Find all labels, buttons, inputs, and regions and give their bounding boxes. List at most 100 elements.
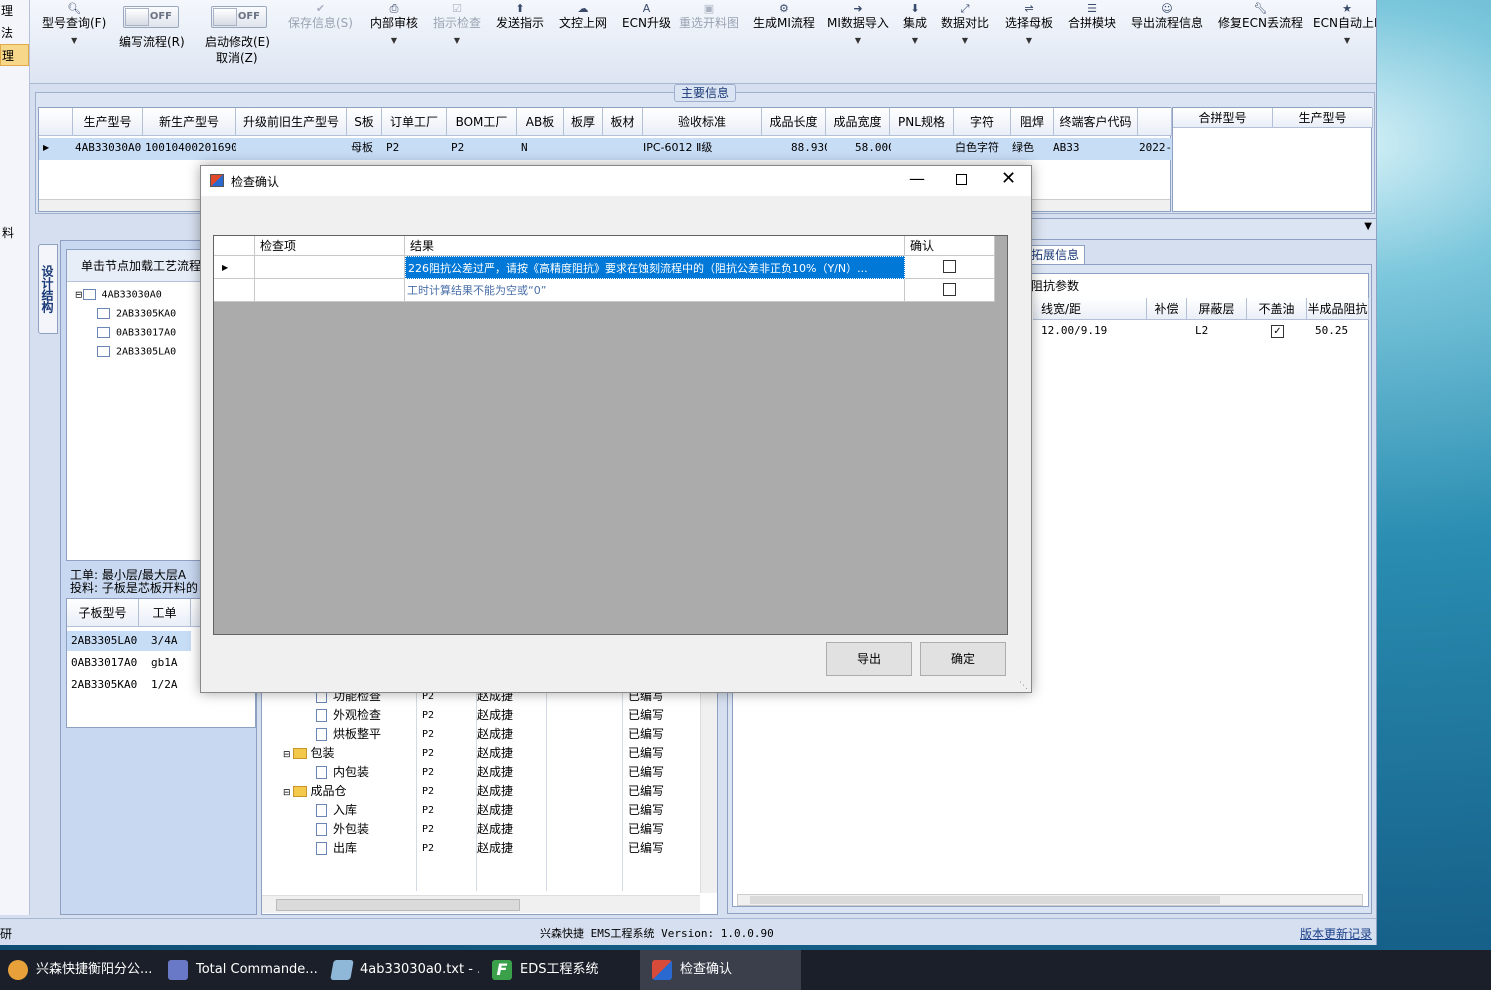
col-header[interactable]: 线宽/距 — [1033, 298, 1147, 320]
col-header[interactable]: BOM工厂 — [447, 108, 517, 136]
cell[interactable]: 绿色 — [1008, 138, 1053, 158]
cell[interactable]: IPC-6012 Ⅱ级 — [639, 138, 762, 158]
scroll-thumb[interactable] — [276, 899, 520, 911]
process-status[interactable]: 已编写 — [628, 782, 664, 801]
dialog-titlebar[interactable]: 检查确认 — ✕ — [201, 166, 1031, 196]
chevron-down-icon[interactable]: ▼ — [1364, 221, 1372, 232]
left-nav-item-selected[interactable]: 理 — [0, 44, 29, 66]
process-name-cell[interactable]: ⊟ 成品仓 — [283, 782, 347, 803]
cell[interactable]: N — [517, 138, 564, 158]
table-row[interactable]: ▶ 4AB33030A0 10010400201690 母板 P2 P2 N I… — [39, 138, 1172, 160]
cell[interactable]: 58.000 — [851, 138, 891, 158]
tree-node[interactable]: 2AB3305KA0 — [97, 308, 176, 320]
process-person[interactable]: 赵成捷 — [477, 744, 513, 763]
cell[interactable]: 2AB3305LA0 — [67, 631, 139, 651]
col-header[interactable]: 终端客户代码 — [1054, 108, 1138, 136]
tree-node[interactable]: 0AB33017A0 — [97, 327, 176, 339]
cell[interactable]: 3/4A — [139, 631, 191, 651]
cell[interactable]: 1/2A — [139, 675, 191, 695]
col-header[interactable]: 字符 — [954, 108, 1011, 136]
process-row[interactable]: 内包装 P2 赵成捷 已编写 — [261, 763, 701, 782]
taskbar-item-active[interactable]: 检查确认 — [640, 950, 801, 990]
export-button[interactable]: 导出 — [826, 642, 912, 676]
process-person[interactable]: 赵成捷 — [477, 801, 513, 820]
col-header-result[interactable]: 结果 — [405, 236, 905, 256]
cell[interactable]: 88.930 — [787, 138, 827, 158]
left-nav-item[interactable]: 法 — [0, 22, 29, 44]
cell-confirm[interactable] — [905, 256, 995, 279]
cell[interactable]: 50.25 — [1311, 321, 1369, 341]
col-header[interactable]: 成品长度 — [762, 108, 826, 136]
cell-item[interactable] — [255, 256, 405, 279]
save-info-button[interactable]: ✔ 保存信息(S) — [288, 2, 353, 30]
process-factory[interactable]: P2 — [422, 744, 434, 763]
gen-mi-flow-button[interactable]: ⚙ 生成MI流程 — [753, 2, 815, 30]
left-nav-item[interactable]: 料 — [1, 222, 14, 244]
taskbar-item[interactable]: 4ab33030a0.txt - ... — [324, 950, 479, 990]
process-factory[interactable]: P2 — [422, 801, 434, 820]
integrate-button[interactable]: ⬇ 集成 ▼ — [903, 2, 927, 48]
data-compare-button[interactable]: ⤢ 数据对比 ▼ — [941, 2, 989, 48]
internal-review-button[interactable]: ⎙ 内部审核 ▼ — [370, 2, 418, 48]
process-name-cell[interactable]: 外包装 — [316, 820, 369, 839]
process-row[interactable]: 烘板整平 P2 赵成捷 已编写 — [261, 725, 701, 744]
cell[interactable]: L2 — [1191, 321, 1247, 341]
col-header[interactable]: 屏蔽层 — [1187, 298, 1247, 320]
cell[interactable]: 12.00/9.19 — [1037, 321, 1147, 341]
export-flow-info-button[interactable]: ☺ 导出流程信息 — [1131, 2, 1203, 30]
process-row[interactable]: 出库 P2 赵成捷 已编写 — [261, 839, 701, 858]
taskbar-item[interactable]: 兴森快捷衡阳分公... — [0, 950, 152, 990]
process-factory[interactable]: P2 — [422, 782, 434, 801]
process-status[interactable]: 已编写 — [628, 839, 664, 858]
cell[interactable]: 2AB3305KA0 — [67, 675, 139, 695]
col-header[interactable]: 不盖油 — [1247, 298, 1307, 320]
col-header-item[interactable]: 检查项 — [255, 236, 405, 256]
repair-ecn-button[interactable]: 🔧︎ 修复ECN丢流程 — [1218, 2, 1303, 30]
horizontal-scrollbar[interactable] — [262, 895, 700, 913]
col-header[interactable]: 升级前旧生产型号 — [236, 108, 347, 136]
write-flow-toggle[interactable]: OFF — [123, 6, 179, 28]
cell-confirm[interactable] — [905, 279, 995, 302]
process-person[interactable]: 赵成捷 — [477, 782, 513, 801]
process-name-cell[interactable]: 外观检查 — [316, 706, 381, 725]
tab-design-structure[interactable]: 设计结构 — [38, 244, 58, 334]
tab-extended-info[interactable]: 拓展信息 — [1030, 245, 1085, 265]
process-status[interactable]: 已编写 — [628, 763, 664, 782]
col-header[interactable]: 生产型号 — [1273, 108, 1373, 128]
col-header[interactable]: 补偿 — [1147, 298, 1187, 320]
process-name-cell[interactable]: ⊟ 包装 — [283, 744, 335, 765]
resize-grip-icon[interactable]: ⋱ — [1019, 681, 1028, 691]
select-mother-button[interactable]: ⇌ 选择母板 ▼ — [1005, 2, 1053, 48]
process-row[interactable]: 外包装 P2 赵成捷 已编写 — [261, 820, 701, 839]
process-status[interactable]: 已编写 — [628, 744, 664, 763]
mi-data-import-button[interactable]: ➜ MI数据导入 ▼ — [827, 2, 889, 48]
cell[interactable]: P2 — [382, 138, 447, 158]
process-name-cell[interactable]: 入库 — [316, 801, 357, 820]
col-header[interactable]: 板材 — [603, 108, 643, 136]
process-row[interactable]: 外观检查 P2 赵成捷 已编写 — [261, 706, 701, 725]
process-person[interactable]: 赵成捷 — [477, 763, 513, 782]
process-name-cell[interactable]: 内包装 — [316, 763, 369, 782]
cell[interactable]: 4AB33030A0 — [71, 138, 143, 158]
col-header[interactable]: S板 — [347, 108, 382, 136]
ecn-auto-button[interactable]: ★ ECN自动上P ▼ — [1313, 2, 1376, 48]
col-header[interactable] — [1138, 108, 1172, 136]
model-query-button[interactable]: 🔍︎ 型号查询(F) ▼ — [42, 2, 106, 48]
process-factory[interactable]: P2 — [422, 820, 434, 839]
auto-modify-toggle[interactable]: OFF — [211, 6, 267, 28]
close-icon[interactable]: ✕ — [1001, 168, 1016, 189]
tree-node-root[interactable]: ⊟ 4AB33030A0 — [75, 289, 162, 301]
cell-result[interactable]: 226阻抗公差过严，请按《高精度阻抗》要求在蚀刻流程中的（阻抗公差非正负10%（… — [405, 256, 905, 279]
cell[interactable]: 0AB33017A0 — [67, 653, 139, 673]
process-name-cell[interactable]: 烘板整平 — [316, 725, 381, 744]
taskbar-item[interactable]: F EDS工程系统 — [484, 950, 634, 990]
process-factory[interactable]: P2 — [422, 706, 434, 725]
file-upload-button[interactable]: ☁ 文控上网 — [559, 2, 607, 30]
collapse-icon[interactable]: ⊟ — [283, 788, 291, 798]
maximize-icon[interactable] — [956, 174, 967, 185]
cell[interactable]: 母板 — [347, 138, 382, 158]
process-status[interactable]: 已编写 — [628, 820, 664, 839]
confirm-checkbox[interactable] — [943, 283, 956, 296]
col-header[interactable]: 成品宽度 — [826, 108, 890, 136]
tree-node[interactable]: 2AB3305LA0 — [97, 346, 176, 358]
